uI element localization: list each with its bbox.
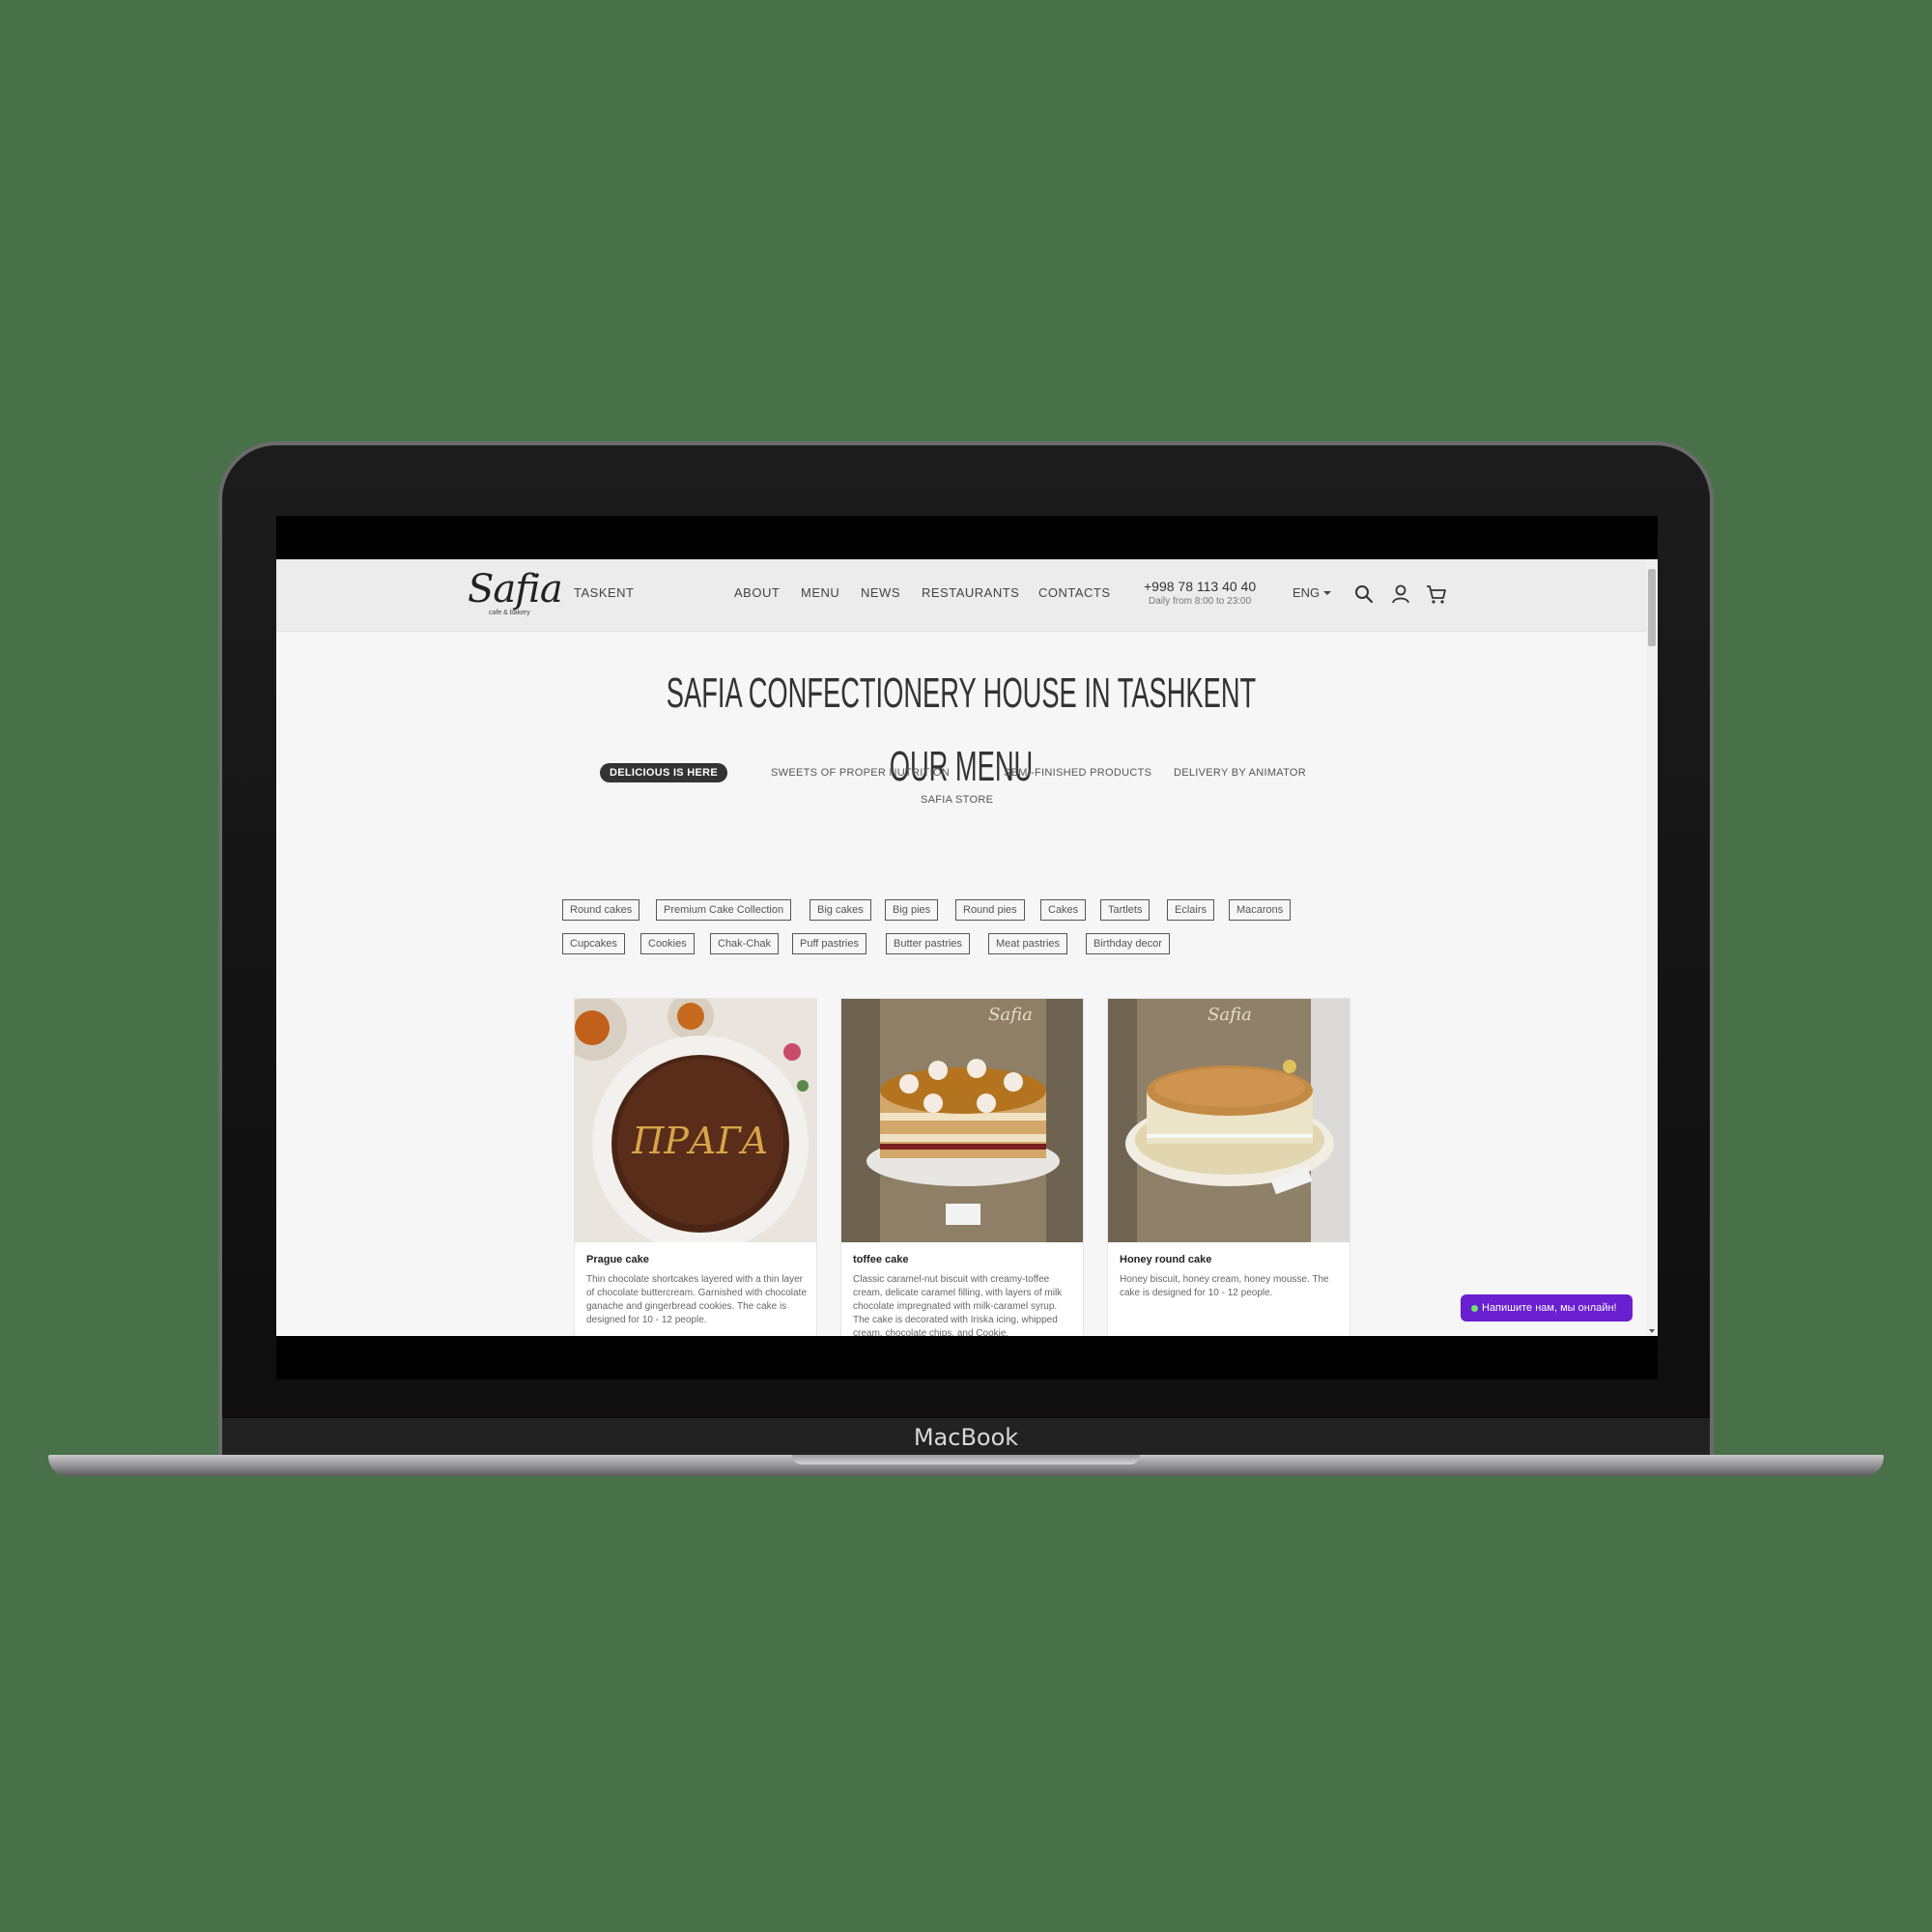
tab-delivery-by-animator[interactable]: DELIVERY BY ANIMATOR <box>1174 763 1306 782</box>
scrollbar-thumb[interactable] <box>1648 569 1656 646</box>
chevron-down-icon[interactable] <box>1323 591 1331 595</box>
product-image[interactable]: ПРАГА <box>575 999 817 1242</box>
product-description: Honey biscuit, honey cream, honey mousse… <box>1120 1274 1329 1298</box>
category-big-cakes[interactable]: Big cakes <box>810 899 871 921</box>
tab-safia-store[interactable]: SAFIA STORE <box>921 790 993 810</box>
page-title: SAFIA CONFECTIONERY HOUSE IN TASHKENT <box>666 669 1257 717</box>
category-puff-pastries[interactable]: Puff pastries <box>792 933 867 954</box>
opening-hours: Daily from 8:00 to 23:00 <box>1149 596 1252 607</box>
category-cupcakes[interactable]: Cupcakes <box>562 933 625 954</box>
product-card-prague-cake[interactable]: ПРАГА Prague cake Thin chocolate shortca… <box>574 998 817 1336</box>
scrollbar[interactable] <box>1646 559 1658 1336</box>
logo[interactable]: Safia <box>468 567 563 611</box>
user-icon[interactable] <box>1389 582 1412 606</box>
category-tartlets[interactable]: Tartlets <box>1100 899 1151 921</box>
web-page: Safia cafe & bakery TASKENT ABOUT MENU N… <box>276 559 1658 1336</box>
category-eclairs[interactable]: Eclairs <box>1167 899 1215 921</box>
logo-subtitle: cafe & bakery <box>489 610 530 616</box>
search-icon[interactable] <box>1352 582 1376 606</box>
site-header: Safia cafe & bakery TASKENT ABOUT MENU N… <box>276 559 1646 632</box>
category-chak-chak[interactable]: Chak-Chak <box>710 933 780 954</box>
language-selector[interactable]: ENG <box>1293 585 1320 600</box>
category-cookies[interactable]: Cookies <box>640 933 695 954</box>
product-card-toffee-cake[interactable]: Safia toffee cake Classic caramel-nut bi… <box>840 998 1084 1336</box>
phone-number[interactable]: +998 78 113 40 40 <box>1144 579 1256 594</box>
category-meat-pastries[interactable]: Meat pastries <box>988 933 1068 954</box>
laptop-brand: MacBook <box>913 1424 1019 1451</box>
category-birthday-decor[interactable]: Birthday decor <box>1086 933 1170 954</box>
tab-sweets-of-proper-nutrition[interactable]: SWEETS OF PROPER NUTRITION <box>771 763 950 782</box>
cart-icon[interactable] <box>1425 582 1448 606</box>
online-status-icon <box>1471 1305 1478 1312</box>
nav-restaurants[interactable]: RESTAURANTS <box>922 585 1019 600</box>
product-description: Thin chocolate shortcakes layered with a… <box>586 1274 807 1325</box>
nav-news[interactable]: NEWS <box>861 585 900 600</box>
city-selector[interactable]: TASKENT <box>574 585 635 600</box>
chat-widget-button[interactable]: Напишите нам, мы онлайн! <box>1461 1294 1633 1321</box>
nav-menu[interactable]: MENU <box>801 585 839 600</box>
category-cakes[interactable]: Cakes <box>1040 899 1087 921</box>
nav-contacts[interactable]: CONTACTS <box>1038 585 1111 600</box>
category-round-cakes[interactable]: Round cakes <box>562 899 640 921</box>
product-description: Classic caramel-nut biscuit with creamy-… <box>853 1274 1063 1336</box>
category-round-pies[interactable]: Round pies <box>955 899 1025 921</box>
image-inscription: Safia <box>1208 1005 1252 1025</box>
product-name[interactable]: Prague cake <box>586 1254 649 1265</box>
category-premium-cake-collection[interactable]: Premium Cake Collection <box>656 899 792 921</box>
image-inscription: Safia <box>988 1005 1033 1025</box>
tab-semi-finished-products[interactable]: SEMI-FINISHED PRODUCTS <box>1004 763 1151 782</box>
screen: Safia cafe & bakery TASKENT ABOUT MENU N… <box>276 516 1658 1379</box>
product-image[interactable]: Safia <box>1108 999 1350 1242</box>
tab-delicious-is-here[interactable]: DELICIOUS IS HERE <box>600 763 728 782</box>
product-name[interactable]: Honey round cake <box>1120 1254 1211 1265</box>
product-name[interactable]: toffee cake <box>853 1254 908 1265</box>
category-big-pies[interactable]: Big pies <box>885 899 939 921</box>
category-butter-pastries[interactable]: Butter pastries <box>886 933 970 954</box>
laptop-notch <box>792 1455 1140 1464</box>
product-card-honey-round-cake[interactable]: Safia Honey round cake Honey biscuit, ho… <box>1107 998 1350 1336</box>
product-image[interactable]: Safia <box>841 999 1084 1242</box>
scroll-down-arrow-icon[interactable] <box>1649 1329 1655 1333</box>
image-inscription: ПРАГА <box>631 1120 768 1162</box>
chat-label: Напишите нам, мы онлайн! <box>1482 1302 1617 1314</box>
category-macarons[interactable]: Macarons <box>1229 899 1292 921</box>
nav-about[interactable]: ABOUT <box>734 585 780 600</box>
